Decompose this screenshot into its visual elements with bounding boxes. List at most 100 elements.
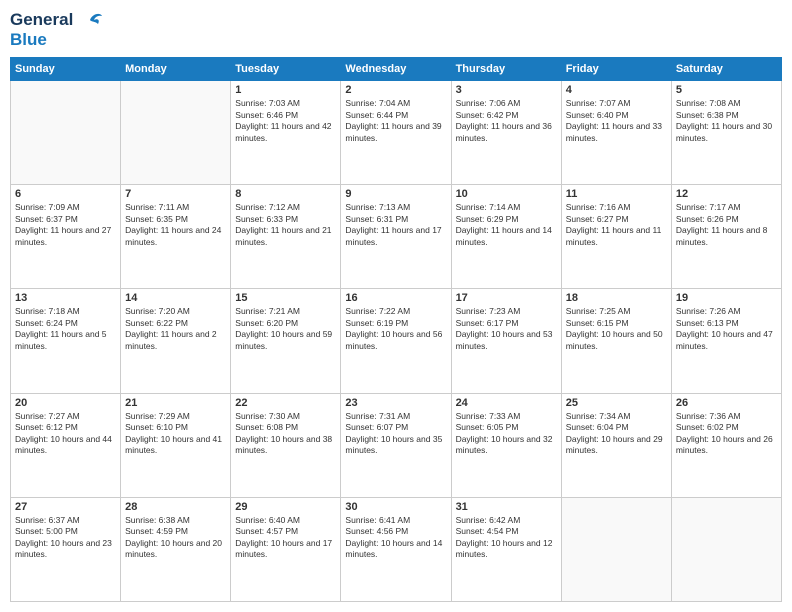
cell-text: Sunrise: 7:29 AM Sunset: 6:10 PM Dayligh… [125,411,226,457]
cell-text: Sunrise: 7:31 AM Sunset: 6:07 PM Dayligh… [345,411,446,457]
cell-text: Sunrise: 7:16 AM Sunset: 6:27 PM Dayligh… [566,202,667,248]
calendar-cell: 17 Sunrise: 7:23 AM Sunset: 6:17 PM Dayli… [451,289,561,393]
calendar-cell: 24 Sunrise: 7:33 AM Sunset: 6:05 PM Dayli… [451,393,561,497]
header: General Blue [10,10,782,49]
day-number: 20 [15,397,116,409]
day-number: 9 [345,188,446,200]
cell-text: Sunrise: 7:25 AM Sunset: 6:15 PM Dayligh… [566,306,667,352]
day-number: 30 [345,501,446,513]
cell-text: Sunrise: 7:06 AM Sunset: 6:42 PM Dayligh… [456,98,557,144]
day-number: 23 [345,397,446,409]
calendar-week-row: 6 Sunrise: 7:09 AM Sunset: 6:37 PM Daylig… [11,185,782,289]
calendar-cell: 13Sunrise: 7:18 AM Sunset: 6:24 PM Dayli… [11,289,121,393]
day-number: 11 [566,188,667,200]
calendar-cell: 12 Sunrise: 7:17 AM Sunset: 6:26 PM Dayli… [671,185,781,289]
day-of-week-header: Wednesday [341,58,451,81]
cell-text: Sunrise: 7:23 AM Sunset: 6:17 PM Dayligh… [456,306,557,352]
page: General Blue SundayMondayTuesdayWednesda… [0,0,792,612]
calendar-cell: 16 Sunrise: 7:22 AM Sunset: 6:19 PM Dayli… [341,289,451,393]
cell-text: Sunrise: 7:33 AM Sunset: 6:05 PM Dayligh… [456,411,557,457]
calendar-cell: 21Sunrise: 7:29 AM Sunset: 6:10 PM Dayli… [121,393,231,497]
calendar-cell: 8 Sunrise: 7:12 AM Sunset: 6:33 PM Daylig… [231,185,341,289]
calendar-cell: 29Sunrise: 6:40 AM Sunset: 4:57 PM Dayli… [231,497,341,601]
day-number: 10 [456,188,557,200]
calendar-cell: 2 Sunrise: 7:04 AM Sunset: 6:44 PM Daylig… [341,81,451,185]
day-of-week-header: Tuesday [231,58,341,81]
cell-text: Sunrise: 6:41 AM Sunset: 4:56 PM Dayligh… [345,515,446,561]
day-number: 5 [676,84,777,96]
day-number: 22 [235,397,336,409]
cell-text: Sunrise: 7:13 AM Sunset: 6:31 PM Dayligh… [345,202,446,248]
calendar-week-row: 20 Sunrise: 7:27 AM Sunset: 6:12 PM Dayli… [11,393,782,497]
cell-text: Sunrise: 7:36 AM Sunset: 6:02 PM Dayligh… [676,411,777,457]
calendar-cell: 4 Sunrise: 7:07 AM Sunset: 6:40 PM Daylig… [561,81,671,185]
cell-text: Sunrise: 7:34 AM Sunset: 6:04 PM Dayligh… [566,411,667,457]
cell-text: Sunrise: 7:22 AM Sunset: 6:19 PM Dayligh… [345,306,446,352]
calendar-week-row: 13Sunrise: 7:18 AM Sunset: 6:24 PM Dayli… [11,289,782,393]
cell-text: Sunrise: 7:20 AM Sunset: 6:22 PM Dayligh… [125,306,226,352]
cell-text: Sunrise: 7:27 AM Sunset: 6:12 PM Dayligh… [15,411,116,457]
logo-blue: Blue [10,30,102,50]
cell-text: Sunrise: 7:17 AM Sunset: 6:26 PM Dayligh… [676,202,777,248]
day-number: 1 [235,84,336,96]
day-number: 8 [235,188,336,200]
cell-text: Sunrise: 7:09 AM Sunset: 6:37 PM Dayligh… [15,202,116,248]
calendar-cell: 18 Sunrise: 7:25 AM Sunset: 6:15 PM Dayli… [561,289,671,393]
day-number: 29 [235,501,336,513]
day-number: 6 [15,188,116,200]
calendar-cell: 25 Sunrise: 7:34 AM Sunset: 6:04 PM Dayli… [561,393,671,497]
cell-text: Sunrise: 7:21 AM Sunset: 6:20 PM Dayligh… [235,306,336,352]
calendar-cell: 28 Sunrise: 6:38 AM Sunset: 4:59 PM Dayli… [121,497,231,601]
day-number: 26 [676,397,777,409]
cell-text: Sunrise: 6:37 AM Sunset: 5:00 PM Dayligh… [15,515,116,561]
calendar-cell: 26 Sunrise: 7:36 AM Sunset: 6:02 PM Dayli… [671,393,781,497]
day-number: 25 [566,397,667,409]
calendar-cell: 10 Sunrise: 7:14 AM Sunset: 6:29 PM Dayli… [451,185,561,289]
cell-text: Sunrise: 6:42 AM Sunset: 4:54 PM Dayligh… [456,515,557,561]
cell-text: Sunrise: 6:38 AM Sunset: 4:59 PM Dayligh… [125,515,226,561]
cell-text: Sunrise: 7:30 AM Sunset: 6:08 PM Dayligh… [235,411,336,457]
day-number: 31 [456,501,557,513]
calendar-cell [121,81,231,185]
day-number: 17 [456,292,557,304]
calendar-cell: 22 Sunrise: 7:30 AM Sunset: 6:08 PM Dayli… [231,393,341,497]
day-number: 12 [676,188,777,200]
day-number: 4 [566,84,667,96]
day-of-week-header: Sunday [11,58,121,81]
cell-text: Sunrise: 7:11 AM Sunset: 6:35 PM Dayligh… [125,202,226,248]
cell-text: Sunrise: 7:14 AM Sunset: 6:29 PM Dayligh… [456,202,557,248]
calendar-cell: 7Sunrise: 7:11 AM Sunset: 6:35 PM Daylig… [121,185,231,289]
calendar-cell: 9 Sunrise: 7:13 AM Sunset: 6:31 PM Daylig… [341,185,451,289]
calendar-cell: 11 Sunrise: 7:16 AM Sunset: 6:27 PM Dayli… [561,185,671,289]
calendar-cell: 19Sunrise: 7:26 AM Sunset: 6:13 PM Dayli… [671,289,781,393]
day-number: 16 [345,292,446,304]
calendar-table: SundayMondayTuesdayWednesdayThursdayFrid… [10,57,782,602]
cell-text: Sunrise: 7:08 AM Sunset: 6:38 PM Dayligh… [676,98,777,144]
logo-bird-icon [80,12,102,30]
day-number: 28 [125,501,226,513]
calendar-cell: 27Sunrise: 6:37 AM Sunset: 5:00 PM Dayli… [11,497,121,601]
day-number: 14 [125,292,226,304]
calendar-cell: 3 Sunrise: 7:06 AM Sunset: 6:42 PM Daylig… [451,81,561,185]
calendar-cell: 14 Sunrise: 7:20 AM Sunset: 6:22 PM Dayli… [121,289,231,393]
day-number: 2 [345,84,446,96]
cell-text: Sunrise: 7:04 AM Sunset: 6:44 PM Dayligh… [345,98,446,144]
calendar-cell: 5 Sunrise: 7:08 AM Sunset: 6:38 PM Daylig… [671,81,781,185]
calendar-cell [671,497,781,601]
logo: General Blue [10,10,102,49]
cell-text: Sunrise: 7:07 AM Sunset: 6:40 PM Dayligh… [566,98,667,144]
day-of-week-header: Monday [121,58,231,81]
calendar-cell: 30 Sunrise: 6:41 AM Sunset: 4:56 PM Dayli… [341,497,451,601]
calendar-cell: 23 Sunrise: 7:31 AM Sunset: 6:07 PM Dayli… [341,393,451,497]
day-number: 3 [456,84,557,96]
day-number: 15 [235,292,336,304]
day-of-week-header: Thursday [451,58,561,81]
day-number: 24 [456,397,557,409]
day-of-week-header: Saturday [671,58,781,81]
cell-text: Sunrise: 7:12 AM Sunset: 6:33 PM Dayligh… [235,202,336,248]
calendar-cell: 15 Sunrise: 7:21 AM Sunset: 6:20 PM Dayli… [231,289,341,393]
day-of-week-header: Friday [561,58,671,81]
calendar-week-row: 1Sunrise: 7:03 AM Sunset: 6:46 PM Daylig… [11,81,782,185]
day-number: 18 [566,292,667,304]
calendar-week-row: 27Sunrise: 6:37 AM Sunset: 5:00 PM Dayli… [11,497,782,601]
